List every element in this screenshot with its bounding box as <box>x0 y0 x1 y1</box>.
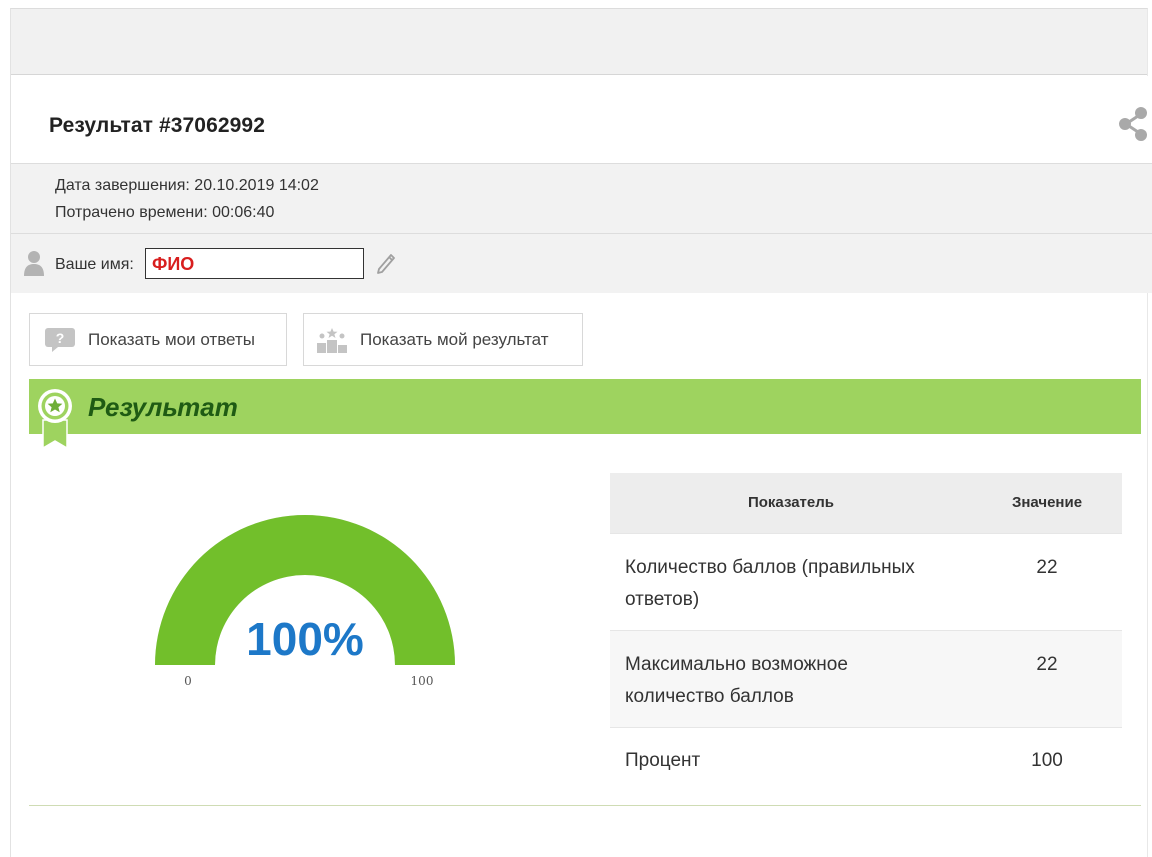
question-bubble-icon: ? <box>45 327 75 352</box>
row-label: Процент <box>610 726 972 793</box>
gauge-max-label: 100 <box>410 674 434 688</box>
table-row: Процент 100 <box>610 726 1122 793</box>
show-result-label: Показать мой результат <box>360 329 549 349</box>
column-header: Показатель <box>610 473 972 533</box>
user-icon <box>24 251 44 276</box>
title-row: Результат #37062992 <box>11 76 1152 164</box>
name-row: Ваше имя: ФИО <box>11 234 1152 293</box>
gauge-min-label: 0 <box>184 674 192 688</box>
award-badge-icon <box>38 389 72 450</box>
name-label: Ваше имя: <box>55 256 134 273</box>
row-value: 22 <box>972 629 1122 727</box>
top-toolbar <box>11 9 1147 75</box>
name-field[interactable]: ФИО <box>145 248 364 279</box>
score-gauge <box>155 515 455 665</box>
row-label: Количество баллов (правильных ответов) <box>610 532 972 630</box>
page-title: Результат #37062992 <box>49 114 265 137</box>
pencil-icon[interactable] <box>375 251 397 275</box>
row-value: 22 <box>972 532 1122 630</box>
column-header: Значение <box>972 473 1122 533</box>
share-icon[interactable] <box>1116 104 1150 144</box>
gauge-value: 100% <box>246 613 364 665</box>
result-title: Результат <box>88 392 238 422</box>
results-table: Показатель Значение Количество баллов (п… <box>610 473 1122 793</box>
row-label: Максимально возможное количество баллов <box>610 629 972 727</box>
table-row: Максимально возможное количество баллов 2… <box>610 629 1122 727</box>
result-info: Дата завершения: 20.10.2019 14:02 Потрач… <box>11 164 1152 234</box>
show-result-button[interactable]: Показать мой результат <box>303 313 583 366</box>
time-spent: Потрачено времени: 00:06:40 <box>55 204 275 221</box>
show-answers-label: Показать мои ответы <box>88 329 255 349</box>
completion-date: Дата завершения: 20.10.2019 14:02 <box>55 177 319 194</box>
show-answers-button[interactable]: ? Показать мои ответы <box>29 313 287 366</box>
table-row: Количество баллов (правильных ответов) 22 <box>610 532 1122 630</box>
svg-text:?: ? <box>56 330 65 346</box>
section-divider <box>29 805 1141 806</box>
table-header-row: Показатель Значение <box>610 473 1122 533</box>
row-value: 100 <box>972 726 1122 793</box>
podium-icon <box>317 327 347 353</box>
